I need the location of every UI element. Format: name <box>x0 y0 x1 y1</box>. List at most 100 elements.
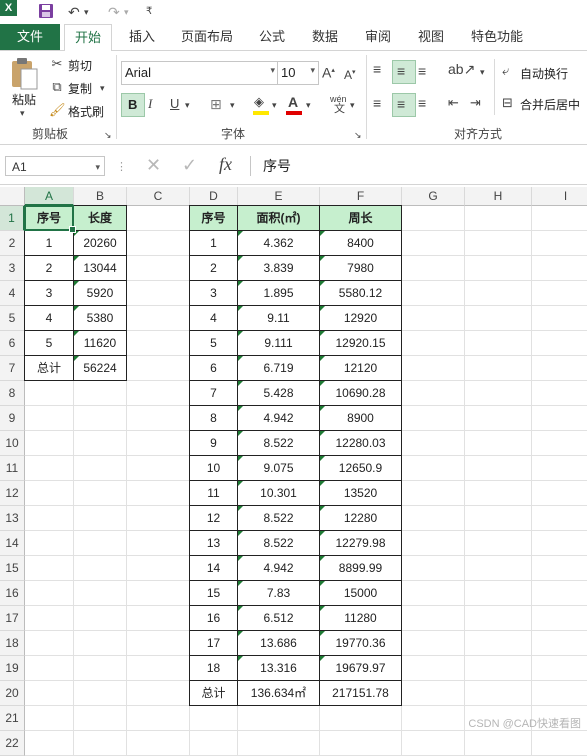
enter-icon[interactable]: ✓ <box>182 156 197 174</box>
table-cell[interactable]: 11 <box>190 481 238 506</box>
table-cell[interactable]: 13520 <box>320 481 402 506</box>
name-box[interactable]: A1 ▾ <box>5 156 105 176</box>
row-header-20[interactable]: 20 <box>0 681 25 706</box>
row-header-5[interactable]: 5 <box>0 306 25 331</box>
table-cell[interactable]: 12650.9 <box>320 456 402 481</box>
insert-function-button[interactable]: fx <box>219 155 232 173</box>
row-header-19[interactable]: 19 <box>0 656 25 681</box>
table-cell[interactable]: 总计 <box>190 681 238 706</box>
align-top-icon[interactable]: ≡ <box>373 61 381 77</box>
align-left-icon[interactable]: ≡ <box>373 95 381 111</box>
align-bottom-icon[interactable]: ≡ <box>418 63 426 79</box>
column-header-h[interactable]: H <box>465 187 532 206</box>
column-header-g[interactable]: G <box>402 187 465 206</box>
column-header-e[interactable]: E <box>238 187 320 206</box>
table-cell[interactable]: 13.686 <box>238 631 320 656</box>
row-header-16[interactable]: 16 <box>0 581 25 606</box>
row-header-8[interactable]: 8 <box>0 381 25 406</box>
table-cell[interactable]: 4 <box>25 306 74 331</box>
table-cell[interactable]: 1 <box>190 231 238 256</box>
column-header-d[interactable]: D <box>190 187 238 206</box>
table-cell[interactable]: 5 <box>190 331 238 356</box>
orientation-dropdown-icon[interactable]: ▾ <box>480 64 485 80</box>
table-cell[interactable]: 8899.99 <box>320 556 402 581</box>
table-cell[interactable]: 9.075 <box>238 456 320 481</box>
font-name-select[interactable]: Arial ▾ <box>121 61 279 85</box>
table-header-cell[interactable]: 序号 <box>190 206 238 231</box>
increase-font-icon[interactable]: A▴ <box>322 63 335 81</box>
row-header-7[interactable]: 7 <box>0 356 25 381</box>
table-cell[interactable]: 9 <box>190 431 238 456</box>
row-header-18[interactable]: 18 <box>0 631 25 656</box>
table-cell[interactable]: 13 <box>190 531 238 556</box>
table-cell[interactable]: 5.428 <box>238 381 320 406</box>
table-cell[interactable]: 12280.03 <box>320 431 402 456</box>
table-cell[interactable]: 13.316 <box>238 656 320 681</box>
row-header-6[interactable]: 6 <box>0 331 25 356</box>
phonetic-dropdown-icon[interactable]: ▾ <box>350 97 355 113</box>
row-header-11[interactable]: 11 <box>0 456 25 481</box>
undo-icon[interactable]: ↶ <box>68 3 80 21</box>
row-header-14[interactable]: 14 <box>0 531 25 556</box>
font-size-select[interactable]: 10 ▾ <box>277 61 319 85</box>
table-cell[interactable]: 136.634㎡ <box>238 681 320 706</box>
table-cell[interactable]: 11620 <box>74 331 127 356</box>
row-header-1[interactable]: 1 <box>0 206 25 231</box>
align-center-button[interactable]: ≡ <box>392 93 416 117</box>
table-cell[interactable]: 3.839 <box>238 256 320 281</box>
row-header-15[interactable]: 15 <box>0 556 25 581</box>
clipboard-launcher-icon[interactable]: ↘ <box>104 127 112 143</box>
paste-dropdown-icon[interactable]: ▾ <box>20 105 25 121</box>
row-header-12[interactable]: 12 <box>0 481 25 506</box>
table-cell[interactable]: 4.942 <box>238 406 320 431</box>
row-header-3[interactable]: 3 <box>0 256 25 281</box>
table-header-cell[interactable]: 周长 <box>320 206 402 231</box>
cut-button[interactable]: 剪切 <box>68 57 92 74</box>
formula-input[interactable]: 序号 <box>250 156 587 176</box>
orientation-icon[interactable]: ab↗ <box>448 61 475 77</box>
table-cell[interactable]: 7 <box>190 381 238 406</box>
table-cell[interactable]: 17 <box>190 631 238 656</box>
tab-file[interactable]: 文件 <box>0 24 60 50</box>
table-cell[interactable]: 14 <box>190 556 238 581</box>
table-cell[interactable]: 56224 <box>74 356 127 381</box>
increase-indent-icon[interactable]: ⇥ <box>470 95 481 111</box>
table-cell[interactable]: 9.11 <box>238 306 320 331</box>
table-cell[interactable]: 2 <box>25 256 74 281</box>
table-cell[interactable]: 7980 <box>320 256 402 281</box>
table-cell[interactable]: 2 <box>190 256 238 281</box>
table-cell[interactable]: 5920 <box>74 281 127 306</box>
row-header-9[interactable]: 9 <box>0 406 25 431</box>
table-cell[interactable]: 11280 <box>320 606 402 631</box>
column-header-a[interactable]: A <box>25 187 74 206</box>
paste-icon[interactable] <box>9 57 39 91</box>
table-cell[interactable]: 5380 <box>74 306 127 331</box>
table-cell[interactable]: 6.512 <box>238 606 320 631</box>
table-cell[interactable]: 16 <box>190 606 238 631</box>
format-painter-button[interactable]: 格式刷 <box>68 103 104 120</box>
table-cell[interactable]: 4 <box>190 306 238 331</box>
table-cell[interactable]: 8 <box>190 406 238 431</box>
font-color-dropdown-icon[interactable]: ▾ <box>306 97 311 113</box>
tab-insert[interactable]: 插入 <box>129 24 155 50</box>
align-middle-button[interactable]: ≡ <box>392 60 416 84</box>
tab-home[interactable]: 开始 <box>64 24 112 52</box>
row-header-17[interactable]: 17 <box>0 606 25 631</box>
table-cell[interactable]: 1.895 <box>238 281 320 306</box>
row-header-4[interactable]: 4 <box>0 281 25 306</box>
row-header-2[interactable]: 2 <box>0 231 25 256</box>
cancel-icon[interactable]: ✕ <box>146 156 161 174</box>
table-cell[interactable]: 12920 <box>320 306 402 331</box>
table-cell[interactable]: 8.522 <box>238 531 320 556</box>
table-cell[interactable]: 8.522 <box>238 506 320 531</box>
font-color-icon[interactable]: A <box>288 94 298 110</box>
tab-page-layout[interactable]: 页面布局 <box>181 24 233 50</box>
table-cell[interactable]: 12279.98 <box>320 531 402 556</box>
table-cell[interactable]: 3 <box>190 281 238 306</box>
table-cell[interactable]: 总计 <box>25 356 74 381</box>
customize-qat-icon[interactable]: ₹ <box>146 3 152 21</box>
table-cell[interactable]: 20260 <box>74 231 127 256</box>
table-cell[interactable]: 15000 <box>320 581 402 606</box>
underline-button[interactable]: U <box>170 96 179 112</box>
table-cell[interactable]: 8.522 <box>238 431 320 456</box>
